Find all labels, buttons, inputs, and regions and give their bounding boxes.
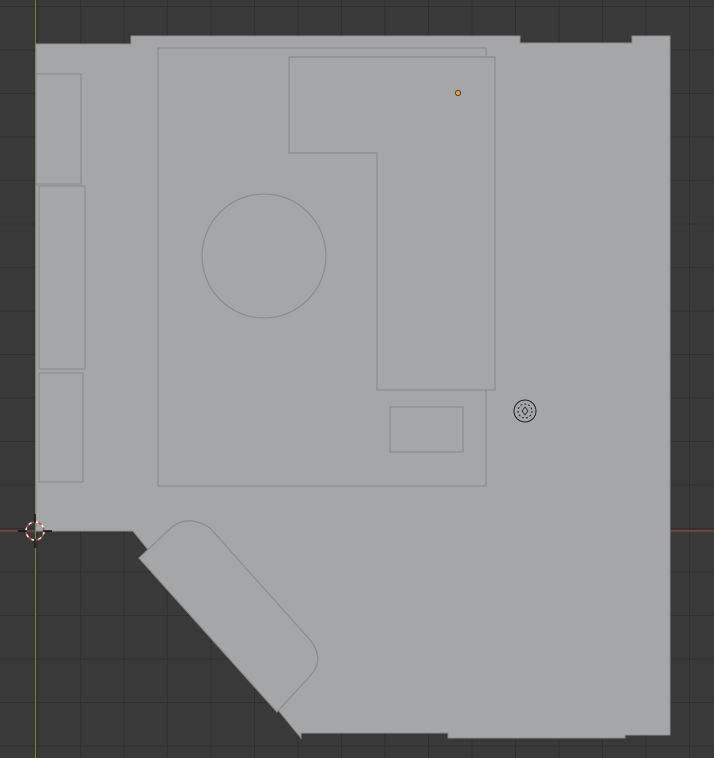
3d-viewport[interactable] [0, 0, 714, 758]
scene-canvas[interactable] [0, 0, 714, 758]
selected-origin-dot[interactable] [454, 90, 461, 97]
